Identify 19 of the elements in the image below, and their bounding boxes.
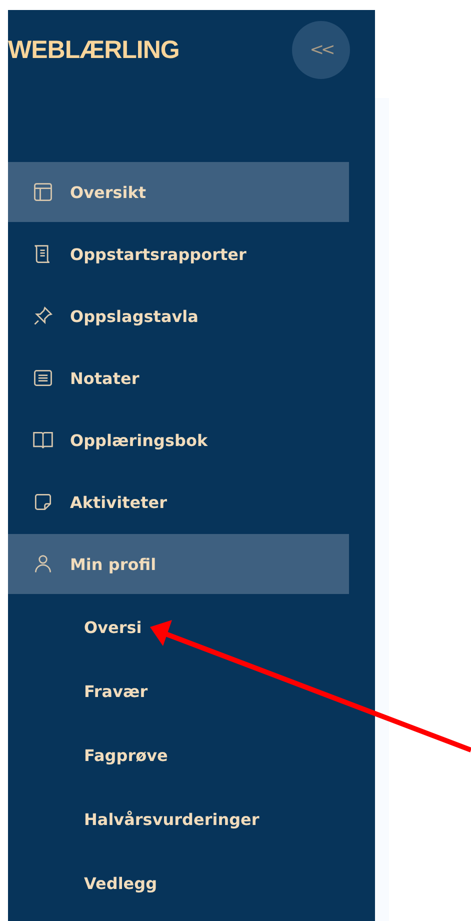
submenu-item[interactable]: Halvårsvurderinger: [8, 788, 260, 852]
sticky-note-icon: [32, 491, 54, 513]
nav-item[interactable]: Notater: [8, 348, 349, 408]
submenu-item[interactable]: Fravær: [8, 660, 148, 724]
person-icon: [32, 553, 54, 575]
submenu-item[interactable]: Oversi: [8, 596, 142, 660]
nav-item[interactable]: Oppslagstavla: [8, 286, 349, 346]
nav-item[interactable]: Aktiviteter: [8, 472, 349, 532]
book-icon: [32, 429, 54, 451]
layout-icon: [32, 181, 54, 203]
logo: WEBLÆRLING: [8, 36, 180, 64]
nav-item[interactable]: Min profil: [8, 534, 349, 594]
submenu-item[interactable]: Vedlegg: [8, 852, 158, 916]
nav-item[interactable]: Oversikt: [8, 162, 349, 222]
pin-icon: [32, 305, 54, 327]
nav-item[interactable]: Opplæringsbok: [8, 410, 349, 470]
list-icon: [32, 367, 54, 389]
nav-item[interactable]: Oppstartsrapporter: [8, 224, 349, 284]
submenu-item[interactable]: Fagprøve: [8, 724, 168, 788]
